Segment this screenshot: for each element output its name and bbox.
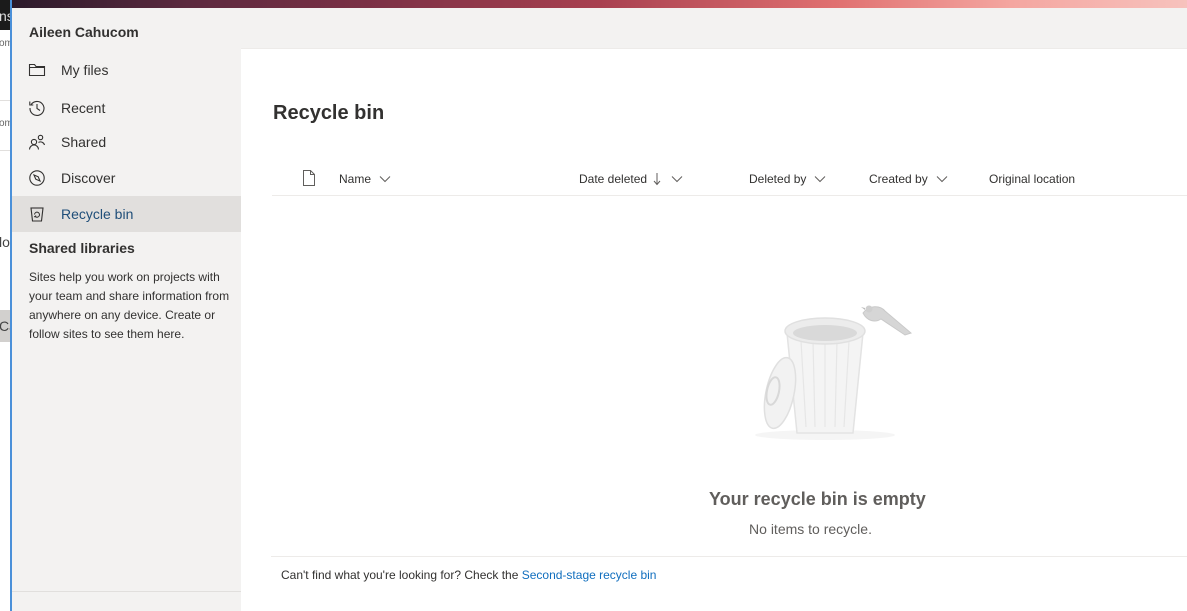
column-header-name[interactable]: Name xyxy=(339,168,391,190)
people-icon xyxy=(28,133,46,151)
column-header-original-location[interactable]: Original location xyxy=(989,168,1075,190)
nav-item-label: Discover xyxy=(61,170,116,186)
nav-item-shared[interactable]: Shared xyxy=(12,124,241,160)
column-header-label: Name xyxy=(339,172,372,186)
empty-state-subtitle: No items to recycle. xyxy=(749,521,872,537)
page-title: Recycle bin xyxy=(273,102,385,124)
footer-text: Can't find what you're looking for? Chec… xyxy=(281,568,519,582)
chevron-down-icon xyxy=(379,175,391,183)
column-header-date-deleted[interactable]: Date deleted xyxy=(579,168,683,190)
shared-libraries-description: Sites help you work on projects with you… xyxy=(29,270,230,341)
nav-item-label: Shared xyxy=(61,134,107,150)
top-banner xyxy=(12,0,1187,8)
chevron-down-icon xyxy=(936,175,948,183)
column-header-label: Deleted by xyxy=(749,172,807,186)
nav-divider xyxy=(12,591,241,592)
clock-history-icon xyxy=(28,99,46,117)
empty-recycle-bin-illustration xyxy=(735,293,915,443)
column-header-deleted-by[interactable]: Deleted by xyxy=(749,168,826,190)
left-navigation: Aileen Cahucom My files Recent Shared Di… xyxy=(12,8,241,611)
background-window-edge: nsw om om lo Ca xyxy=(0,0,12,611)
column-header-label: Original location xyxy=(989,172,1076,186)
background-text-fragment: lo xyxy=(0,234,10,250)
nav-item-recent[interactable]: Recent xyxy=(12,90,241,126)
column-header-created-by[interactable]: Created by xyxy=(869,168,948,190)
footer-help-text: Can't find what you're looking for? Chec… xyxy=(281,568,656,582)
nav-item-discover[interactable]: Discover xyxy=(12,160,241,196)
nav-item-label: My files xyxy=(61,62,109,78)
chevron-down-icon xyxy=(814,175,826,183)
file-type-column-header[interactable] xyxy=(302,168,316,190)
nav-item-recycle-bin[interactable]: Recycle bin xyxy=(12,196,241,232)
empty-state-title: Your recycle bin is empty xyxy=(709,489,926,509)
shared-libraries-heading: Shared libraries xyxy=(29,240,135,256)
column-header-row: Name Date deleted Deleted by Created by xyxy=(272,168,1187,196)
nav-item-label: Recent xyxy=(61,100,106,116)
recycle-bin-icon xyxy=(28,205,46,223)
compass-icon xyxy=(28,169,46,187)
command-bar xyxy=(241,8,1187,49)
chevron-down-icon xyxy=(671,175,683,183)
folder-icon xyxy=(28,61,46,79)
footer-divider xyxy=(271,556,1187,557)
column-header-label: Date deleted xyxy=(579,172,648,186)
user-name: Aileen Cahucom xyxy=(29,24,139,40)
nav-item-my-files[interactable]: My files xyxy=(12,52,241,88)
column-header-label: Created by xyxy=(869,172,928,186)
file-type-icon xyxy=(302,169,316,189)
second-stage-recycle-bin-link[interactable]: Second-stage recycle bin xyxy=(522,568,657,582)
sort-descending-icon xyxy=(653,172,661,186)
nav-item-label: Recycle bin xyxy=(61,206,134,222)
